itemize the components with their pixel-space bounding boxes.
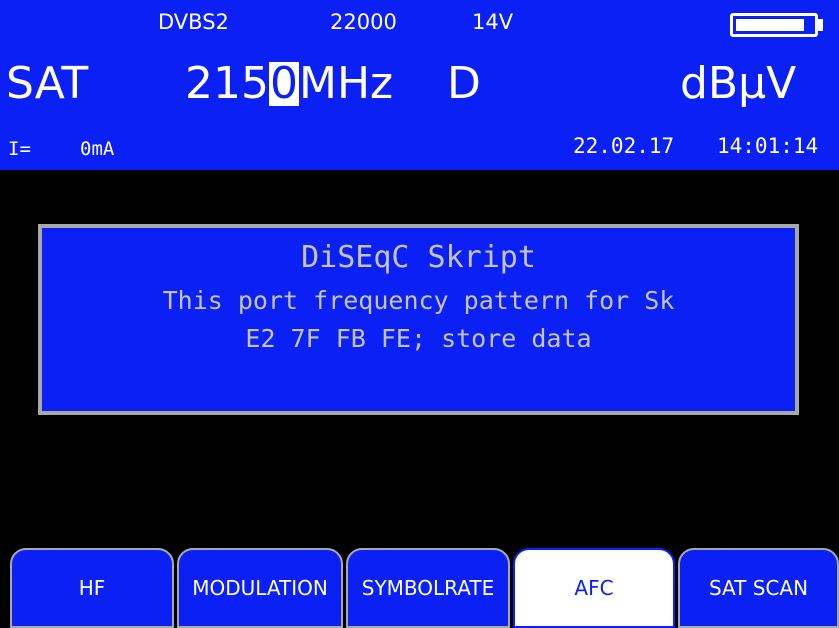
meter-screen: DVBS2 22000 14V SAT 2150MHz D dBµV I= 0m…	[0, 0, 839, 628]
softkey-sat-scan[interactable]: SAT SCAN	[678, 548, 839, 628]
softkey-hf[interactable]: HF	[10, 548, 174, 628]
battery-level-fill	[736, 19, 804, 31]
status-header: DVBS2 22000 14V SAT 2150MHz D dBµV I= 0m…	[0, 0, 839, 170]
frequency-display[interactable]: 2150MHz	[185, 62, 393, 106]
dialog-title: DiSEqC Skript	[301, 240, 536, 275]
current-label: I=	[8, 138, 31, 160]
time-label: 14:01:14	[717, 134, 819, 158]
current-value: 0mA	[80, 138, 115, 160]
softkey-bar: HF MODULATION SYMBOLRATE AFC SAT SCAN	[0, 548, 839, 628]
standard-label: DVBS2	[158, 10, 229, 34]
band-label: SAT	[6, 58, 89, 109]
frequency-digits: 215	[185, 58, 269, 109]
softkey-symbolrate[interactable]: SYMBOLRATE	[346, 548, 510, 628]
battery-icon	[730, 13, 818, 37]
softkey-modulation-label: MODULATION	[192, 576, 328, 600]
softkey-symbolrate-label: SYMBOLRATE	[361, 576, 495, 600]
lnb-voltage-label: 14V	[472, 10, 514, 34]
frequency-cursor-digit[interactable]: 0	[268, 62, 299, 106]
symbol-rate-label: 22000	[330, 10, 397, 34]
softkey-afc-label: AFC	[574, 576, 614, 600]
dialog-message-line-2: E2 7F FB FE; store data	[245, 324, 592, 353]
softkey-modulation[interactable]: MODULATION	[177, 548, 343, 628]
mode-label: D	[447, 58, 481, 109]
battery-tip	[818, 19, 823, 31]
softkey-afc[interactable]: AFC	[513, 548, 675, 628]
level-unit-label: dBµV	[680, 58, 797, 109]
diseqc-script-dialog: DiSEqC Skript This port frequency patter…	[38, 224, 799, 415]
softkey-sat-scan-label: SAT SCAN	[708, 576, 809, 600]
dialog-message-line-1: This port frequency pattern for Sk	[162, 286, 675, 315]
softkey-hf-label: HF	[78, 576, 106, 600]
date-label: 22.02.17	[573, 134, 675, 158]
frequency-unit: MHz	[298, 58, 394, 109]
